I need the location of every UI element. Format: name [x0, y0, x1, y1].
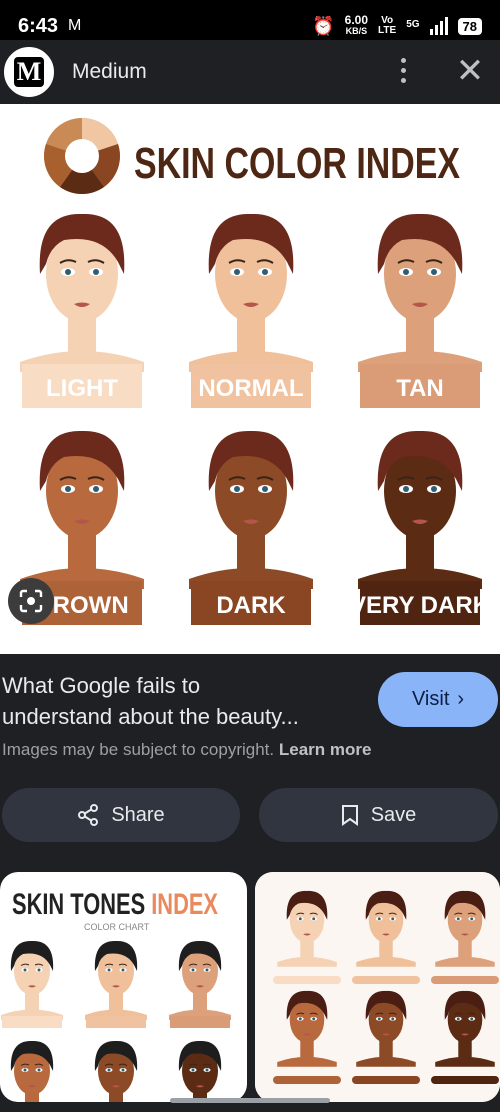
- visit-button[interactable]: Visit ›: [378, 672, 498, 727]
- result-title-line1[interactable]: What Google fails to: [0, 670, 370, 701]
- volte-indicator: Vo LTE: [378, 15, 397, 36]
- alarm-icon: ⏰: [312, 15, 335, 36]
- thumb1-face: [178, 1040, 222, 1102]
- skin-color-index-graphic: SKIN COLOR INDEX LIGHT NORMAL TANBROWN DARK…: [20, 118, 491, 625]
- related-image-1[interactable]: SKIN TONES INDEX COLOR CHART: [0, 872, 247, 1102]
- thumb1-face: [169, 940, 231, 1028]
- site-logo[interactable]: M: [4, 47, 54, 97]
- preview-image[interactable]: SKIN COLOR INDEX LIGHT NORMAL TAN BROWN DARK…: [0, 104, 500, 654]
- lens-icon: [19, 589, 43, 613]
- save-button[interactable]: Save: [259, 788, 498, 842]
- face-normal: NORMAL: [189, 213, 313, 408]
- tone-label: LIGHT: [46, 375, 118, 402]
- related-image-2[interactable]: [255, 872, 500, 1102]
- tone-label: NORMAL: [198, 375, 303, 402]
- google-lens-button[interactable]: [8, 578, 54, 624]
- thumb1-face: [94, 1040, 138, 1102]
- face-light: LIGHT: [20, 213, 144, 408]
- gesture-nav-bar[interactable]: [170, 1098, 330, 1103]
- face-tan: TAN: [358, 213, 482, 408]
- tone-label: DARK: [216, 592, 286, 619]
- thumb1-subtitle: COLOR CHART: [84, 922, 150, 932]
- site-name[interactable]: Medium: [72, 60, 147, 84]
- more-options-icon[interactable]: [396, 50, 410, 90]
- copyright-notice: Images may be subject to copyright. Lear…: [2, 740, 372, 759]
- save-label: Save: [370, 803, 417, 826]
- thumb1-face: [85, 940, 147, 1028]
- face-dark: DARK: [189, 430, 313, 625]
- tone-label: TAN: [396, 375, 444, 402]
- source-header: M Medium ✕: [0, 40, 500, 104]
- gmail-icon: M: [68, 17, 82, 34]
- network-type: 5G: [406, 19, 420, 30]
- bookmark-icon: [341, 805, 358, 826]
- visit-label: Visit: [411, 688, 450, 710]
- result-caption[interactable]: What Google fails to understand about th…: [0, 670, 370, 732]
- battery-icon: 78: [457, 17, 482, 35]
- donut-logo-icon: [44, 118, 120, 195]
- close-icon[interactable]: ✕: [452, 46, 488, 96]
- share-button[interactable]: Share: [2, 788, 240, 842]
- share-label: Share: [111, 803, 165, 826]
- result-title-line2[interactable]: understand about the beauty...: [0, 701, 370, 732]
- thumb1-face: [10, 1040, 54, 1102]
- hero-title: SKIN COLOR INDEX: [134, 139, 460, 188]
- share-icon: [78, 804, 99, 826]
- thumb1-face: [1, 940, 63, 1028]
- network-speed: 6.00 KB/S: [344, 13, 369, 36]
- chevron-right-icon: ›: [457, 688, 465, 710]
- signal-icon: [429, 17, 448, 35]
- face-very-dark: VERY DARK: [350, 430, 491, 625]
- thumb1-title: SKIN TONES INDEX: [12, 888, 218, 921]
- tone-label: VERY DARK: [350, 592, 491, 619]
- learn-more-link[interactable]: Learn more: [279, 740, 372, 759]
- clock: 6:43: [18, 14, 59, 37]
